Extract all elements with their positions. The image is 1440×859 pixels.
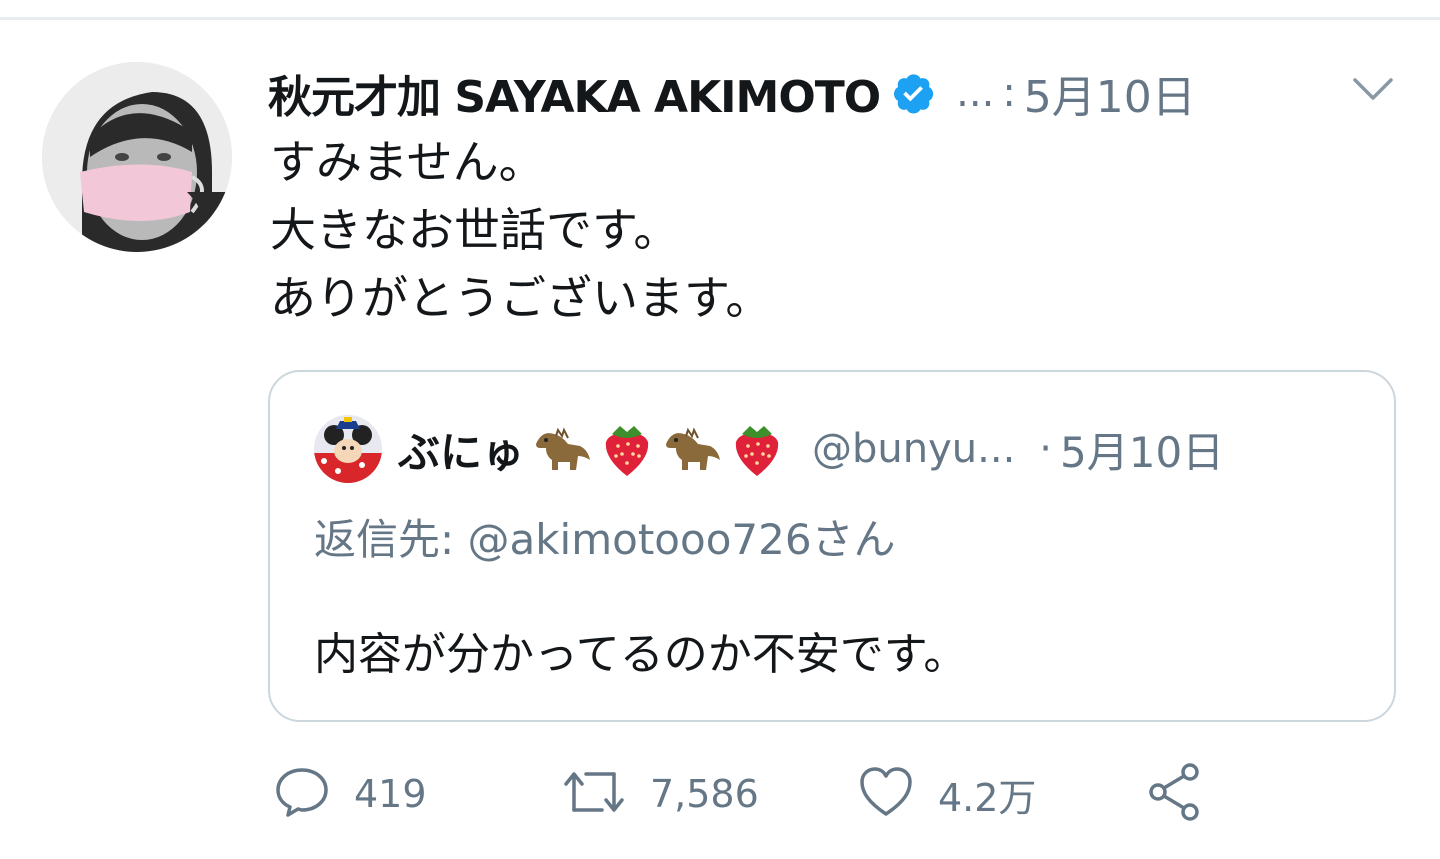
tweet-text-line: 大きなお世話です。 [270, 203, 680, 257]
chevron-down-icon [1351, 76, 1395, 108]
tweet-text-line: すみません。 [270, 135, 545, 189]
quoted-tweet-date[interactable]: 5月10日 [1060, 419, 1224, 480]
quoted-author-emojis [532, 420, 792, 478]
header-separator: : [1002, 70, 1016, 116]
heart-icon [858, 766, 914, 822]
quoted-author-avatar[interactable] [314, 415, 382, 483]
retweet-button[interactable]: 7,586 [562, 764, 759, 824]
more-options-button[interactable] [1345, 70, 1401, 114]
tweet-header: 秋元才加 SAYAKA AKIMOTO ... : 5月10日 [268, 60, 1398, 126]
strawberry-icon [605, 426, 649, 476]
quoted-author-handle[interactable]: @bunyu... [812, 426, 1015, 472]
tweet-text: すみません。 大きなお世話です。 ありがとうございます。 [270, 128, 1370, 332]
author-handle[interactable]: ... [956, 70, 994, 116]
reply-button[interactable]: 419 [274, 764, 427, 824]
quoted-tweet-header: ぶにゅ @bunyu... · 5月10日 [314, 414, 1374, 484]
quoted-header-separator: · [1039, 426, 1052, 472]
tweet-text-line: ありがとうございます。 [270, 271, 772, 325]
like-button[interactable]: 4.2万 [858, 764, 1036, 824]
reply-count: 419 [354, 772, 427, 816]
action-bar: 419 7,586 4.2万 [274, 762, 1274, 826]
like-count: 4.2万 [938, 775, 1037, 820]
tweet-date[interactable]: 5月10日 [1024, 61, 1196, 125]
strawberry-icon [735, 426, 779, 476]
reply-to-label[interactable]: 返信先: @akimotooo726さん [314, 506, 896, 567]
retweet-icon [562, 766, 626, 822]
share-button[interactable] [1146, 762, 1202, 826]
dinosaur-icon [536, 427, 591, 470]
quoted-author-name[interactable]: ぶにゅ [398, 419, 524, 480]
author-avatar[interactable] [42, 62, 232, 252]
retweet-count: 7,586 [650, 772, 759, 816]
share-icon [1146, 762, 1202, 826]
reply-icon [274, 766, 330, 822]
author-display-name[interactable]: 秋元才加 SAYAKA AKIMOTO [268, 61, 881, 125]
quoted-tweet-card[interactable]: ぶにゅ @bunyu... · 5月10日 返信先: @akimotooo726… [268, 370, 1396, 722]
tweet[interactable]: 秋元才加 SAYAKA AKIMOTO ... : 5月10日 すみません。 大… [0, 0, 1440, 859]
dinosaur-icon [666, 427, 721, 470]
verified-badge-icon [890, 70, 936, 116]
quoted-tweet-text: 内容が分かってるのか不安です。 [314, 629, 968, 680]
